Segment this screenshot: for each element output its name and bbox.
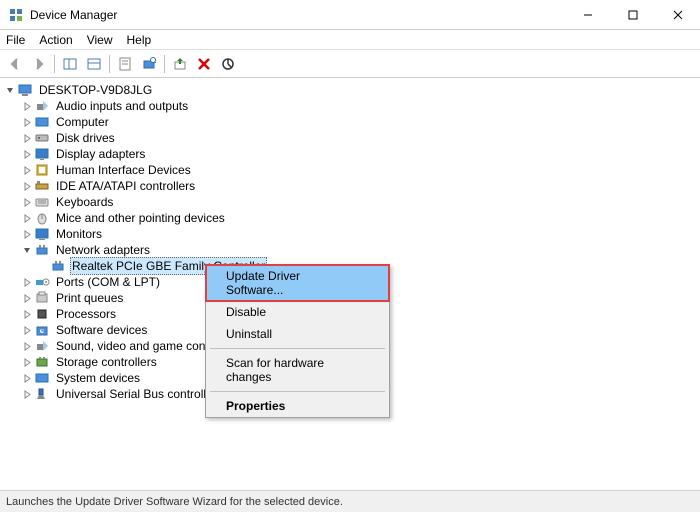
properties-button[interactable] xyxy=(114,53,136,75)
context-scan[interactable]: Scan for hardware changes xyxy=(206,352,389,388)
expand-icon[interactable] xyxy=(20,150,34,159)
expand-icon[interactable] xyxy=(20,374,34,383)
tree-item[interactable]: Storage controllers xyxy=(54,354,159,370)
computer-icon xyxy=(17,82,33,98)
category-icon xyxy=(34,226,50,242)
tree-item[interactable]: Universal Serial Bus controllers xyxy=(54,386,225,402)
context-menu: Update Driver Software... Disable Uninst… xyxy=(205,264,390,418)
category-icon xyxy=(34,322,50,338)
menu-file[interactable]: File xyxy=(6,33,25,47)
collapse-icon[interactable] xyxy=(3,86,17,95)
toolbar-separator xyxy=(109,55,110,73)
category-icon xyxy=(34,114,50,130)
context-uninstall[interactable]: Uninstall xyxy=(206,323,389,345)
uninstall-button[interactable] xyxy=(193,53,215,75)
tree-item[interactable]: Monitors xyxy=(54,226,104,242)
expand-icon[interactable] xyxy=(20,310,34,319)
tree-item[interactable]: Sound, video and game cont xyxy=(54,338,211,354)
expand-icon[interactable] xyxy=(20,102,34,111)
device-icon xyxy=(50,258,66,274)
expand-icon[interactable] xyxy=(20,182,34,191)
expand-icon[interactable] xyxy=(20,358,34,367)
detail-pane-button[interactable] xyxy=(59,53,81,75)
tree-item[interactable]: Computer xyxy=(54,114,111,130)
category-icon xyxy=(34,162,50,178)
tree-item[interactable]: Software devices xyxy=(54,322,149,338)
category-icon xyxy=(34,338,50,354)
tree-item[interactable]: Network adapters xyxy=(54,242,152,258)
expand-icon[interactable] xyxy=(20,278,34,287)
minimize-button[interactable] xyxy=(565,0,610,30)
app-icon xyxy=(8,7,24,23)
menu-action[interactable]: Action xyxy=(39,33,72,47)
category-icon xyxy=(34,274,50,290)
disable-button[interactable] xyxy=(217,53,239,75)
forward-button[interactable] xyxy=(28,53,50,75)
tree-item[interactable]: Processors xyxy=(54,306,118,322)
tree-item[interactable]: Disk drives xyxy=(54,130,117,146)
category-icon xyxy=(34,194,50,210)
expand-icon[interactable] xyxy=(20,166,34,175)
expand-icon[interactable] xyxy=(20,198,34,207)
expand-icon[interactable] xyxy=(20,230,34,239)
category-icon xyxy=(34,178,50,194)
status-bar: Launches the Update Driver Software Wiza… xyxy=(0,490,700,512)
tree-item[interactable]: Audio inputs and outputs xyxy=(54,98,190,114)
category-icon xyxy=(34,130,50,146)
tree-item[interactable]: System devices xyxy=(54,370,142,386)
device-tree[interactable]: DESKTOP-V9D8JLG Audio inputs and outputs… xyxy=(0,78,700,490)
category-icon xyxy=(34,146,50,162)
category-icon xyxy=(34,306,50,322)
scan-hardware-button[interactable] xyxy=(138,53,160,75)
tree-item[interactable]: Ports (COM & LPT) xyxy=(54,274,162,290)
help-pane-button[interactable] xyxy=(83,53,105,75)
tree-item[interactable]: Human Interface Devices xyxy=(54,162,193,178)
expand-icon[interactable] xyxy=(20,294,34,303)
category-icon xyxy=(34,98,50,114)
expand-icon[interactable] xyxy=(20,390,34,399)
category-icon xyxy=(34,370,50,386)
update-driver-button[interactable] xyxy=(169,53,191,75)
toolbar-separator xyxy=(164,55,165,73)
title-bar: Device Manager xyxy=(0,0,700,30)
expand-icon[interactable] xyxy=(20,214,34,223)
context-separator xyxy=(210,391,385,392)
status-text: Launches the Update Driver Software Wiza… xyxy=(6,496,343,508)
collapse-icon[interactable] xyxy=(20,246,34,255)
context-disable[interactable]: Disable xyxy=(206,301,389,323)
context-properties[interactable]: Properties xyxy=(206,395,389,417)
tree-item[interactable]: Print queues xyxy=(54,290,125,306)
expand-icon[interactable] xyxy=(20,342,34,351)
menu-bar: File Action View Help xyxy=(0,30,700,50)
category-icon xyxy=(34,354,50,370)
tree-item[interactable]: Mice and other pointing devices xyxy=(54,210,227,226)
category-icon xyxy=(34,242,50,258)
tree-root[interactable]: DESKTOP-V9D8JLG xyxy=(37,82,154,98)
back-button[interactable] xyxy=(4,53,26,75)
close-button[interactable] xyxy=(655,0,700,30)
expand-icon[interactable] xyxy=(20,326,34,335)
menu-view[interactable]: View xyxy=(87,33,113,47)
category-icon xyxy=(34,386,50,402)
tree-item[interactable]: Display adapters xyxy=(54,146,147,162)
toolbar-separator xyxy=(54,55,55,73)
tree-item[interactable]: Keyboards xyxy=(54,194,115,210)
context-update-driver[interactable]: Update Driver Software... xyxy=(206,265,389,301)
menu-help[interactable]: Help xyxy=(127,33,152,47)
context-separator xyxy=(210,348,385,349)
maximize-button[interactable] xyxy=(610,0,655,30)
expand-icon[interactable] xyxy=(20,118,34,127)
toolbar xyxy=(0,50,700,78)
tree-item[interactable]: IDE ATA/ATAPI controllers xyxy=(54,178,197,194)
category-icon xyxy=(34,290,50,306)
category-icon xyxy=(34,210,50,226)
window-title: Device Manager xyxy=(30,8,565,22)
expand-icon[interactable] xyxy=(20,134,34,143)
